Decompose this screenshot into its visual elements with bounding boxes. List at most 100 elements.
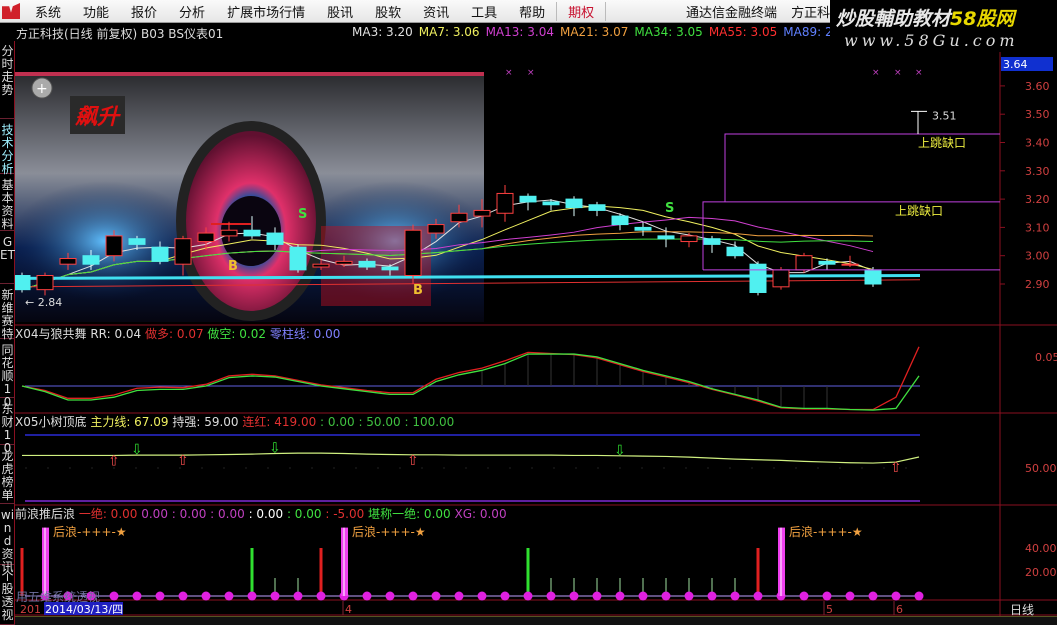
cross-marker-icon: × <box>505 68 513 78</box>
indicator-value: : 0.00 <box>249 507 287 521</box>
ma-value: MA21: 3.07 <box>559 25 629 39</box>
magenta-dot <box>707 591 717 601</box>
price-tick-label: 2.90 <box>1025 278 1050 291</box>
left-tab[interactable]: 东财10 <box>0 399 15 455</box>
candle-body <box>220 229 238 237</box>
magenta-dot <box>684 591 694 601</box>
left-tab[interactable]: 基本资料 <box>0 175 15 231</box>
price-tick-label: 3.40 <box>1025 137 1050 150</box>
menu-options[interactable]: 期权 <box>556 1 607 21</box>
magenta-dot <box>569 591 579 601</box>
candle-body <box>634 226 652 231</box>
magenta-dot <box>753 591 763 601</box>
up-arrow-icon: ⇧ <box>108 453 120 469</box>
axis-label: 40.00 <box>1025 542 1057 555</box>
candle-body <box>59 258 77 265</box>
menu-help[interactable]: 帮助 <box>508 2 556 21</box>
magenta-dot <box>224 591 234 601</box>
menu-function[interactable]: 功能 <box>72 2 120 21</box>
menu-info[interactable]: 资讯 <box>412 2 460 21</box>
left-tab[interactable]: 新维赛特 <box>0 285 15 341</box>
down-arrow-icon: ⇩ <box>614 443 626 459</box>
overlay-text: 用五维系统透视 <box>16 589 100 604</box>
chart-area[interactable]: + 飙升 3.60 3.50 3.40 3.30 3.20 3.10 3.00 2.90 3.64 上… <box>15 41 1057 616</box>
candle-body <box>703 238 721 245</box>
candle-body <box>450 212 468 223</box>
axis-label: 20.00 <box>1025 566 1057 579</box>
long-line <box>21 346 920 411</box>
indicator-value: 连红: 419.00 <box>242 414 320 429</box>
indicator-value: XG: 0.00 <box>454 507 506 521</box>
up-arrow-icon: ⇧ <box>407 453 419 469</box>
candle-body <box>404 229 422 277</box>
indicator-value: 零柱线: 0.00 <box>270 326 341 341</box>
indicator-value: 做空: 0.02 <box>207 326 269 341</box>
indicator-value: 一绝: 0.00 <box>79 506 141 521</box>
menu-tools[interactable]: 工具 <box>460 2 508 21</box>
menu-analysis[interactable]: 分析 <box>168 2 216 21</box>
left-tab[interactable]: 技术分析 <box>0 120 15 176</box>
bottom-tab-bar[interactable] <box>15 616 1057 625</box>
magenta-dot <box>638 591 648 601</box>
date-mark: 5 <box>826 603 833 616</box>
menu-extended-market[interactable]: 扩展市场行情 <box>216 2 316 21</box>
left-tab[interactable]: GET <box>0 232 15 284</box>
selected-date: 2014/03/13/四 <box>45 603 123 616</box>
candle-body <box>82 255 100 265</box>
buy-signal: B <box>228 259 238 274</box>
magenta-dot <box>408 591 418 601</box>
watermark-text: 炒股輔助教材 <box>836 8 951 30</box>
short-line <box>21 353 920 411</box>
indicator-value: 堪称一绝: 0.00 <box>368 506 454 521</box>
date-mark: 6 <box>896 603 903 616</box>
ma-value: MA7: 3.06 <box>418 25 480 39</box>
indicator-value: 0.00 : 0.00 : 0.00 <box>141 507 248 521</box>
ma-value: MA3: 3.20 <box>352 25 413 39</box>
candle-body <box>749 263 767 293</box>
magenta-dot <box>454 591 464 601</box>
candle-body <box>243 229 261 237</box>
candle-body <box>15 275 31 291</box>
left-tab[interactable]: 分时走势 <box>0 41 15 119</box>
candle-body <box>818 260 836 265</box>
date-mark: 4 <box>345 603 352 616</box>
left-tab[interactable]: 同花顺10 <box>0 340 15 409</box>
menu-quote[interactable]: 报价 <box>120 2 168 21</box>
left-tab[interactable]: 个股透视 <box>0 566 15 625</box>
magenta-dot <box>362 591 372 601</box>
indicator-value: : 0.00 : 50.00 : 100.00 <box>320 415 454 429</box>
app-name: 通达信金融终端 <box>686 5 778 21</box>
magenta-dot <box>845 591 855 601</box>
photo-top-strip <box>15 72 484 76</box>
candle-body <box>128 238 146 245</box>
candle-body <box>427 224 445 234</box>
watermark-brand: 58股网 <box>950 8 1015 30</box>
indicator-value: 做多: 0.07 <box>145 326 207 341</box>
cross-marker-icon: × <box>527 68 535 78</box>
candle-body <box>841 263 859 266</box>
candle-body <box>565 198 583 209</box>
magenta-dot <box>155 591 165 601</box>
candle-body <box>381 266 399 271</box>
left-tab[interactable]: wind资讯 <box>0 505 15 574</box>
menu-stock-news[interactable]: 股讯 <box>316 2 364 21</box>
up-arrow-icon: ⇧ <box>177 453 189 469</box>
magenta-dot <box>132 591 142 601</box>
menu-system[interactable]: 系统 <box>24 2 72 21</box>
magenta-dot <box>431 591 441 601</box>
left-tab[interactable]: 龙虎榜单 <box>0 446 15 504</box>
down-arrow-icon: ⇩ <box>131 442 143 458</box>
candle-body <box>588 204 606 211</box>
plus-icon: + <box>36 81 48 97</box>
menu-stock-software[interactable]: 股软 <box>364 2 412 21</box>
candle-body <box>105 235 123 257</box>
period-selector[interactable]: 日线 <box>1010 603 1034 616</box>
indicator-value: 前浪推后浪 <box>15 506 79 521</box>
magenta-dot <box>477 591 487 601</box>
window-title: 通达信金融终端 方正科技 <box>686 2 853 21</box>
main-force-line <box>22 452 920 464</box>
cross-marker-icon: × <box>894 68 902 78</box>
candle-body <box>726 246 744 257</box>
wolf-title: X04与狼共舞 RR: 0.04 做多: 0.07 做空: 0.02 零柱线: … <box>15 326 340 341</box>
wave-title: 前浪推后浪 一绝: 0.00 0.00 : 0.00 : 0.00 : 0.00… <box>15 506 507 521</box>
